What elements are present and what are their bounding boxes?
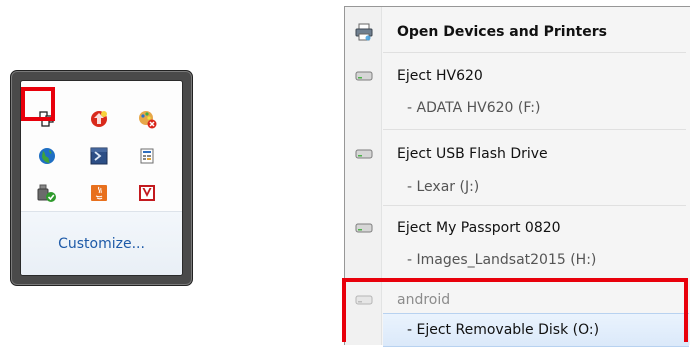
drive-name-label: - Images_Landsat2015 (H:) — [407, 252, 597, 268]
menu-separator — [383, 52, 686, 53]
document-grid-icon[interactable] — [135, 144, 159, 168]
menu-item-eject-usb-flash-drive[interactable]: Eject USB Flash Drive — [345, 137, 690, 171]
drive-icon — [355, 67, 373, 85]
java-icon[interactable] — [87, 181, 111, 205]
menu-item-eject-hv620[interactable]: Eject HV620 — [345, 59, 690, 93]
security-red-icon[interactable] — [87, 107, 111, 131]
drive-icon — [355, 145, 373, 163]
printer-icon — [355, 23, 373, 41]
drive-name-label: - ADATA HV620 (F:) — [407, 100, 541, 116]
menu-item-label: Eject HV620 — [397, 68, 483, 84]
menu-separator — [383, 205, 686, 206]
menu-item-sublabel: - ADATA HV620 (F:) — [345, 91, 690, 125]
menu-item-sublabel: - Lexar (J:) — [345, 170, 690, 204]
menu-item-open-devices-printers[interactable]: Open Devices and Printers — [345, 15, 690, 49]
globe-icon[interactable] — [35, 144, 59, 168]
drive-icon — [355, 219, 373, 237]
menu-item-label: Open Devices and Printers — [397, 24, 607, 40]
palette-x-icon[interactable] — [135, 107, 159, 131]
highlight-box-usb-icon — [21, 87, 55, 121]
menu-item-eject-my-passport[interactable]: Eject My Passport 0820 — [345, 211, 690, 245]
mcafee-shield-icon[interactable] — [135, 181, 159, 205]
usb-safely-remove-icon[interactable] — [35, 181, 59, 205]
highlight-box-android-entry — [342, 278, 688, 342]
customize-link[interactable]: Customize... — [21, 212, 182, 275]
menu-item-label: Eject My Passport 0820 — [397, 220, 561, 236]
menu-separator — [383, 129, 686, 130]
menu-item-sublabel: - Images_Landsat2015 (H:) — [345, 243, 690, 277]
powershell-arrow-icon[interactable] — [87, 144, 111, 168]
menu-item-label: Eject USB Flash Drive — [397, 146, 548, 162]
drive-name-label: - Lexar (J:) — [407, 179, 480, 195]
